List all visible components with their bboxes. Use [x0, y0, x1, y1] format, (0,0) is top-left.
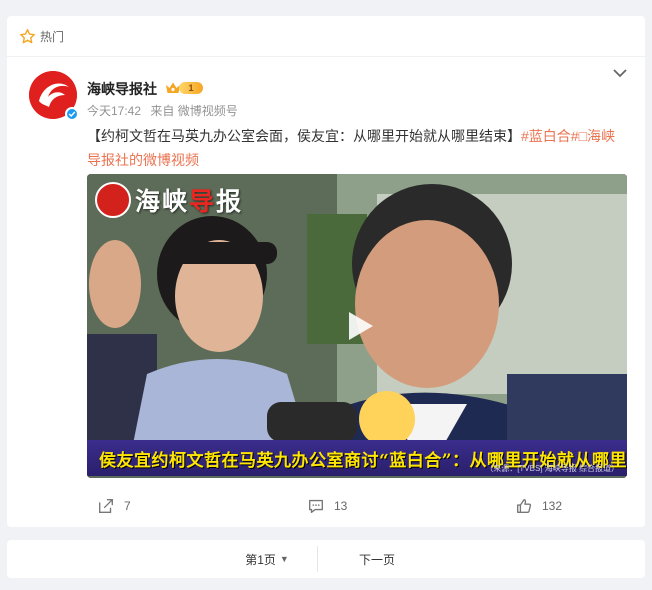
pager-divider: [317, 546, 318, 572]
chevron-down-icon[interactable]: [611, 66, 629, 80]
post-text: 【约柯文哲在马英九办公室会面，侯友宜：从哪里开始就从哪里结束】#蓝白合#□海峡导…: [87, 124, 627, 172]
like-icon: [517, 499, 532, 513]
like-count: 132: [542, 499, 563, 513]
divider: [7, 56, 645, 57]
video-caption-bar: 侯友宜约柯文哲在马英九办公室商讨“蓝白合”：从哪里开始就从哪里结束 （来源：[T…: [87, 440, 627, 476]
share-icon: [99, 499, 113, 513]
post-text-main: 【约柯文哲在马英九办公室会面，侯友宜：从哪里开始就从哪里结束】: [87, 128, 521, 144]
video-player[interactable]: 海峡导报 侯友宜约柯文哲在马英九办公室商讨“蓝白合”：从哪里开始就从哪里结束 （…: [87, 174, 627, 478]
video-caption-source: （来源：[TVBS] 海峡导报 综合报道）: [485, 464, 619, 473]
like-button[interactable]: 132: [515, 494, 562, 518]
page-select[interactable]: 第1页 ▼: [217, 540, 317, 578]
hot-section-header: 热门: [19, 26, 64, 46]
comment-count: 13: [334, 499, 348, 513]
pagination: 第1页 ▼ 下一页: [7, 540, 645, 578]
hashtag-link[interactable]: #蓝白合#: [521, 128, 579, 144]
action-bar: 7 13 132: [7, 494, 645, 518]
play-icon[interactable]: [341, 308, 377, 344]
share-button[interactable]: 7: [97, 494, 131, 518]
feed-card: 热门 海峡导报社 1 今天17:42 来自 微博视频号 【约柯文哲在马英九办公室…: [7, 16, 645, 527]
vip-level: 1: [179, 81, 203, 94]
post-time[interactable]: 今天17:42: [87, 104, 141, 118]
post-meta: 今天17:42 来自 微博视频号: [87, 102, 238, 119]
chevron-down-icon: ▼: [279, 554, 289, 564]
video-logo: 海峡导报: [95, 182, 243, 218]
verified-icon: [65, 107, 79, 121]
current-page: 第1页: [245, 552, 276, 567]
next-page-button[interactable]: 下一页: [327, 540, 427, 578]
post-source: 来自 微博视频号: [150, 104, 238, 118]
comment-button[interactable]: 13: [307, 494, 347, 518]
section-title: 热门: [40, 29, 65, 44]
star-icon: [20, 28, 35, 43]
share-count: 7: [124, 499, 131, 513]
author-name[interactable]: 海峡导报社: [87, 79, 157, 99]
comment-icon: [309, 499, 323, 513]
vip-badge[interactable]: 1: [165, 80, 203, 95]
